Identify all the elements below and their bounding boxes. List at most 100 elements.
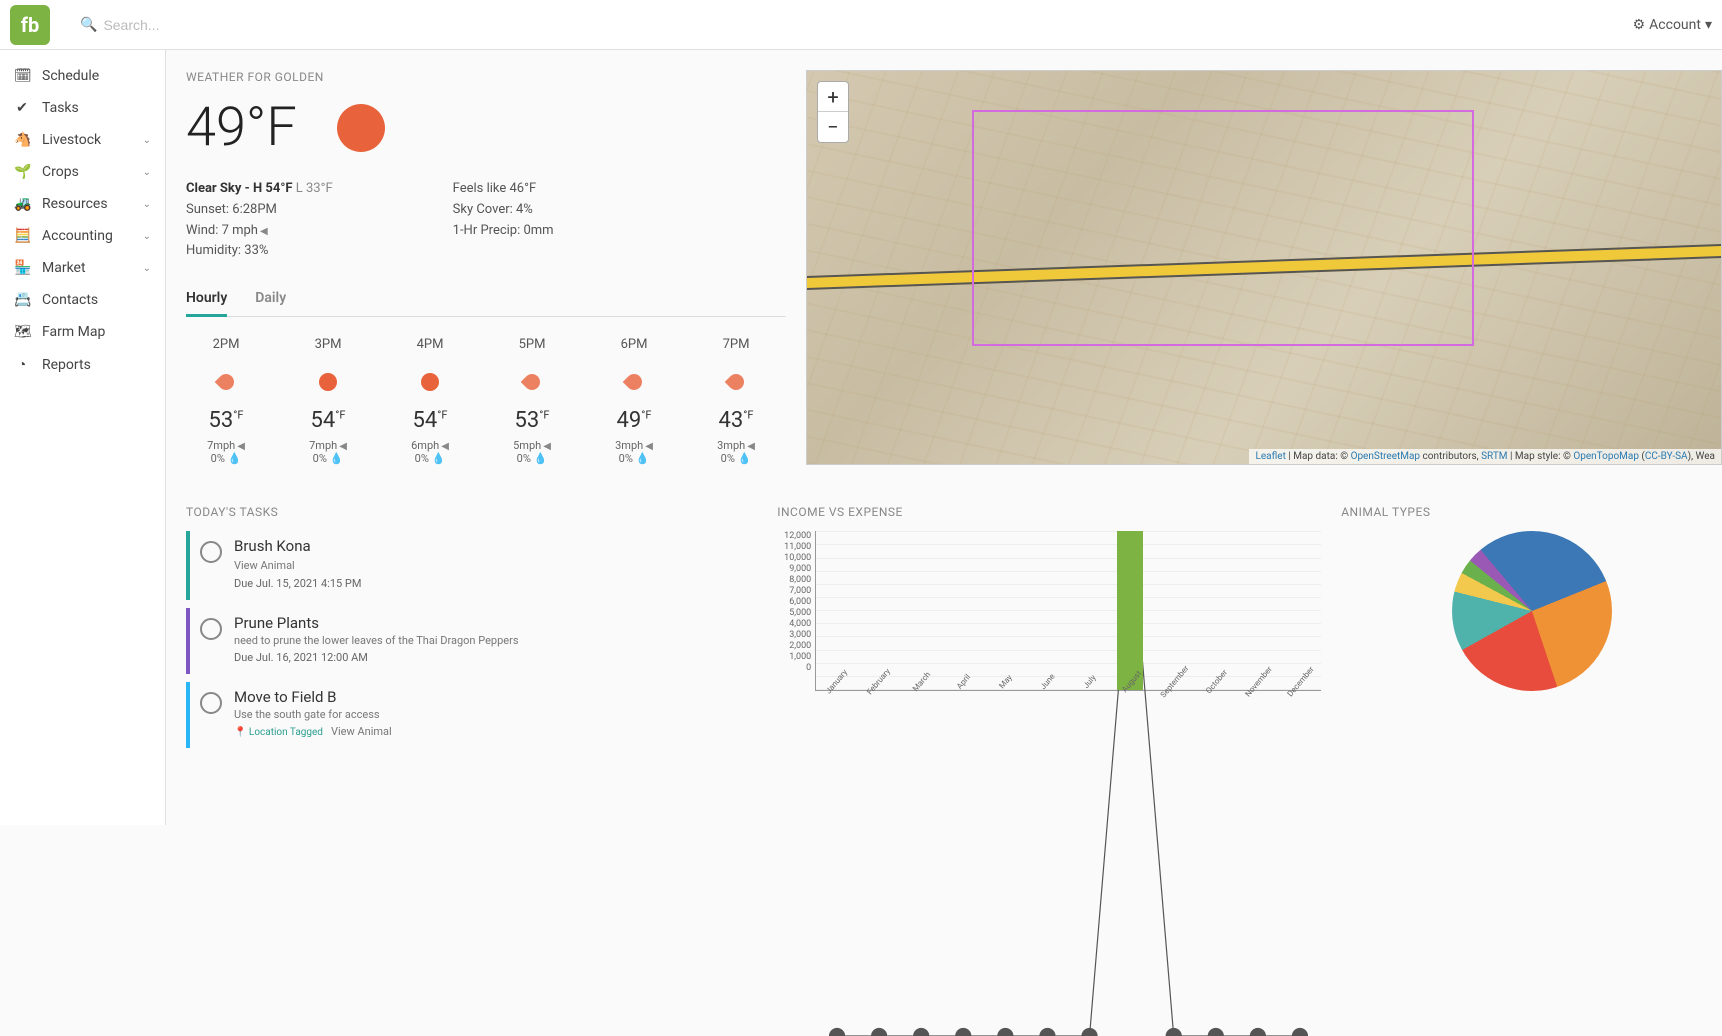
chevron-down-icon: ⌄ [143,167,151,178]
partly-cloudy-icon [623,371,646,394]
task-complete-toggle[interactable] [200,541,222,563]
zoom-out-button[interactable]: − [818,112,848,142]
sidebar-item-livestock[interactable]: 🐴Livestock⌄ [0,124,165,156]
sidebar-item-label: Livestock [42,132,101,148]
sidebar-item-label: Market [42,260,86,276]
wind-label: Wind: 7 mph◀ [186,221,333,242]
calendar-icon: 🗓 [14,68,30,84]
chevron-down-icon: ⌄ [143,135,151,146]
task-description: Use the south gate for access [234,708,757,721]
task-title[interactable]: Brush Kona [234,537,757,555]
hour-temp: 54°F [390,408,470,433]
farm-map-panel[interactable]: + − Leaflet | Map data: © OpenStreetMap … [806,70,1722,465]
sidebar: 🗓Schedule✔Tasks🐴Livestock⌄🌱Crops⌄🚜Resour… [0,50,166,825]
task-view-link[interactable]: View Animal [331,725,392,738]
tasks-heading: TODAY'S TASKS [186,505,757,519]
weather-panel: WEATHER FOR GOLDEN 49°F Clear Sky - H 54… [186,70,786,465]
animal-types-panel: ANIMAL TYPES [1341,505,1722,756]
hour-wind: 7mph◀ [186,439,266,452]
tab-daily[interactable]: Daily [255,282,286,316]
srtm-link[interactable]: SRTM [1481,451,1507,462]
sidebar-item-tasks[interactable]: ✔ Tasks [0,92,165,124]
pie-chart-icon: ◔ [14,356,30,373]
task-complete-toggle[interactable] [200,618,222,640]
conditions-left: Clear Sky - H 54°F L 33°F Sunset: 6:28PM… [186,179,333,262]
sidebar-item-schedule[interactable]: 🗓Schedule [0,60,165,92]
sunset-label: Sunset: 6:28PM [186,200,333,221]
hour-wind: 6mph◀ [390,439,470,452]
hour-wind: 7mph◀ [288,439,368,452]
sidebar-item-label: Tasks [42,100,79,116]
license-link[interactable]: CC-BY-SA [1645,451,1688,462]
sun-icon [337,104,385,152]
header-left: fb 🔍 [10,5,303,45]
tab-hourly[interactable]: Hourly [186,282,227,317]
hour-time: 4PM [390,337,470,352]
hour-time: 6PM [594,337,674,352]
sidebar-item-resources[interactable]: 🚜Resources⌄ [0,188,165,220]
hour-card: 2PM53°F7mph◀0% 💧 [186,337,266,465]
map-boundary-decor [972,110,1475,346]
app-logo[interactable]: fb [10,5,50,45]
sidebar-item-label: Contacts [42,292,98,308]
zoom-in-button[interactable]: + [818,82,848,112]
hourly-forecast-row: 2PM53°F7mph◀0% 💧3PM54°F7mph◀0% 💧4PM54°F6… [186,337,786,465]
task-due: Due Jul. 16, 2021 12:00 AM [234,651,757,664]
drop-icon: 💧 [228,452,242,465]
tractor-icon: 🚜 [14,196,30,212]
account-label: Account [1649,17,1701,33]
sidebar-item-label: Accounting [42,228,113,244]
task-title[interactable]: Move to Field B [234,688,757,706]
account-menu[interactable]: ⚙ Account ▾ [1633,17,1712,33]
calculator-icon: 🧮 [14,228,30,244]
drop-icon: 💧 [534,452,548,465]
drop-icon: 💧 [738,452,752,465]
task-title[interactable]: Prune Plants [234,614,757,632]
chart-y-axis: 12,00011,00010,0009,0008,0007,0006,0005,… [777,531,811,691]
hour-temp: 43°F [696,408,776,433]
sidebar-item-farm-map[interactable]: 🗺Farm Map [0,316,165,348]
osm-link[interactable]: OpenStreetMap [1351,451,1421,462]
hour-wind: 3mph◀ [594,439,674,452]
hour-wind: 5mph◀ [492,439,572,452]
humidity-label: Humidity: 33% [186,241,333,262]
seedling-icon: 🌱 [14,164,30,180]
otm-link[interactable]: OpenTopoMap [1573,451,1639,462]
check-circle-icon: ✔ [14,100,30,116]
task-item: Prune Plantsneed to prune the lower leav… [186,608,757,674]
sidebar-item-reports[interactable]: ◔ Reports [0,348,165,381]
wind-dir-icon: ◀ [260,224,268,240]
sidebar-item-market[interactable]: 🏪Market⌄ [0,252,165,284]
hour-card: 6PM49°F3mph◀0% 💧 [594,337,674,465]
sun-icon [319,373,337,391]
sidebar-item-contacts[interactable]: 📇Contacts [0,284,165,316]
task-view-link[interactable]: View Animal [234,559,295,572]
hour-time: 5PM [492,337,572,352]
sidebar-item-accounting[interactable]: 🧮Accounting⌄ [0,220,165,252]
drop-icon: 💧 [432,452,446,465]
sky-cover-label: Sky Cover: 4% [453,200,554,221]
sun-icon [421,373,439,391]
income-expense-panel: INCOME VS EXPENSE 12,00011,00010,0009,00… [777,505,1321,756]
summary-prefix: Clear Sky - H 54°F [186,181,293,196]
task-due: Due Jul. 15, 2021 4:15 PM [234,577,757,590]
leaflet-link[interactable]: Leaflet [1255,451,1285,462]
income-heading: INCOME VS EXPENSE [777,505,1321,519]
store-icon: 🏪 [14,260,30,276]
task-complete-toggle[interactable] [200,692,222,714]
sidebar-item-label: Crops [42,164,79,180]
search-wrapper: 🔍 [80,17,303,33]
chart-line-overlay [816,531,1321,1036]
hour-time: 3PM [288,337,368,352]
sidebar-item-label: Reports [42,357,91,373]
hour-temp: 54°F [288,408,368,433]
hour-precip: 0% 💧 [390,452,470,465]
gear-icon: ⚙ [1633,17,1646,33]
hour-precip: 0% 💧 [288,452,368,465]
search-input[interactable] [103,17,303,33]
animal-types-pie-chart [1452,531,1612,691]
main-content: WEATHER FOR GOLDEN 49°F Clear Sky - H 54… [166,50,1722,825]
hour-precip: 0% 💧 [492,452,572,465]
sidebar-item-crops[interactable]: 🌱 Crops ⌄ [0,156,165,188]
hour-time: 2PM [186,337,266,352]
